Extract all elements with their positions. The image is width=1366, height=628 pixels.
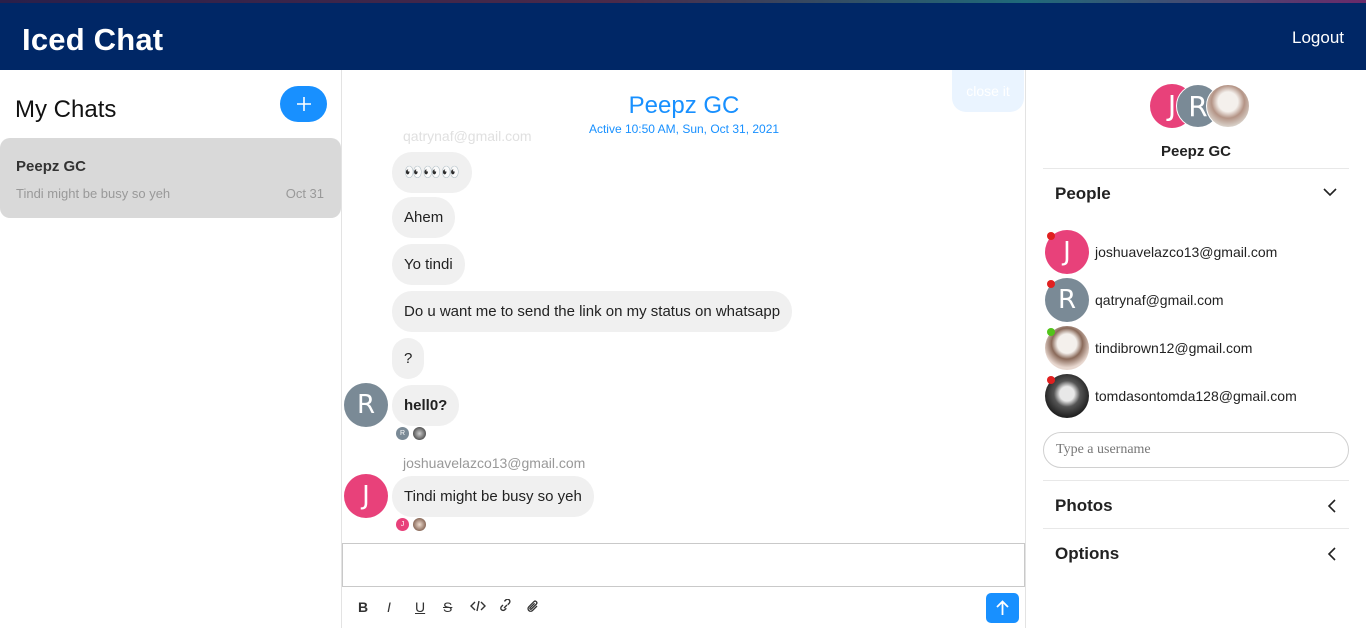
divider [1043,168,1349,169]
status-dot [1047,328,1055,336]
strikethrough-button[interactable]: S [443,599,452,615]
code-button[interactable] [470,599,486,616]
message-bubble: Tindi might be busy so yeh [392,476,594,517]
person-row[interactable]: tindibrown12@gmail.com [1045,326,1345,370]
photos-section-header[interactable]: Photos [1043,482,1349,528]
italic-button[interactable]: I [387,599,391,615]
message-bubble: ? [392,338,425,379]
person-email: qatrynaf@gmail.com [1095,292,1224,308]
person-email: tindibrown12@gmail.com [1095,340,1253,356]
photos-section-label: Photos [1055,496,1113,515]
chat-list-panel: My Chats Peepz GC Tindi might be busy so… [0,70,342,628]
group-avatar-photo [1206,84,1250,128]
plus-icon [296,97,311,111]
read-receipt: J [396,518,409,531]
attach-button[interactable] [526,599,540,617]
chat-settings-panel: J R Peepz GC People J joshuavelazco13@gm… [1026,70,1366,628]
underline-button[interactable]: U [415,599,425,615]
status-dot [1047,280,1055,288]
options-section-label: Options [1055,544,1120,563]
people-section-label: People [1055,184,1111,203]
chevron-left-icon [1327,547,1336,561]
status-dot [1047,232,1055,240]
chat-card-name: Peepz GC [16,158,87,175]
options-section-header[interactable]: Options [1043,530,1349,576]
person-row[interactable]: tomdasontomda128@gmail.com [1045,374,1345,418]
chat-feed: Peepz GC Active 10:50 AM, Sun, Oct 31, 2… [342,70,1026,628]
link-icon [500,598,511,612]
chat-title: Peepz GC [628,92,740,119]
status-dot [1047,376,1055,384]
logout-button[interactable]: Logout [1292,28,1344,48]
message-sender: qatrynaf@gmail.com [403,128,532,144]
chat-card-preview: Tindi might be busy so yeh [16,186,171,201]
message-bubble: Do u want me to send the link on my stat… [392,291,793,332]
read-receipt: R [396,427,409,440]
message-sender: joshuavelazco13@gmail.com [403,455,586,471]
avatar: J [344,474,388,518]
person-row[interactable]: R qatrynaf@gmail.com [1045,278,1345,322]
chat-list-title: My Chats [15,96,117,123]
bold-button[interactable]: B [358,599,368,615]
username-input[interactable] [1043,432,1349,468]
group-name: Peepz GC [1160,143,1232,160]
chevron-left-icon [1327,499,1336,513]
person-row[interactable]: J joshuavelazco13@gmail.com [1045,230,1345,274]
link-button[interactable] [498,598,513,617]
read-receipt-photo [413,518,426,531]
message-bubble: 👀👀👀 [392,152,473,193]
chevron-down-icon [1323,188,1337,197]
message-bubble: hell0? [392,385,460,426]
person-email: tomdasontomda128@gmail.com [1095,388,1297,404]
person-email: joshuavelazco13@gmail.com [1095,244,1278,260]
message-bubble: Ahem [392,197,456,238]
avatar: R [344,383,388,427]
people-section-header[interactable]: People [1043,170,1349,216]
top-bar: Iced Chat Logout [0,0,1366,70]
formatting-toolbar: B I U S [342,587,1025,628]
paperclip-icon [527,600,538,612]
divider [1043,480,1349,481]
code-icon [470,600,486,612]
message-bubble: Yo tindi [392,244,465,285]
divider [1043,528,1349,529]
chat-card-date: Oct 31 [285,186,324,201]
arrow-up-icon [996,600,1009,615]
chat-card[interactable]: Peepz GC Tindi might be busy so yeh Oct … [0,138,341,218]
new-chat-button[interactable] [280,86,327,122]
close-it-button[interactable]: close it [952,70,1024,112]
read-receipt-photo [413,427,426,440]
top-gradient-strip [0,0,1366,3]
send-button[interactable] [986,593,1019,623]
app-title: Iced Chat [22,22,164,57]
message-input[interactable] [342,543,1025,587]
